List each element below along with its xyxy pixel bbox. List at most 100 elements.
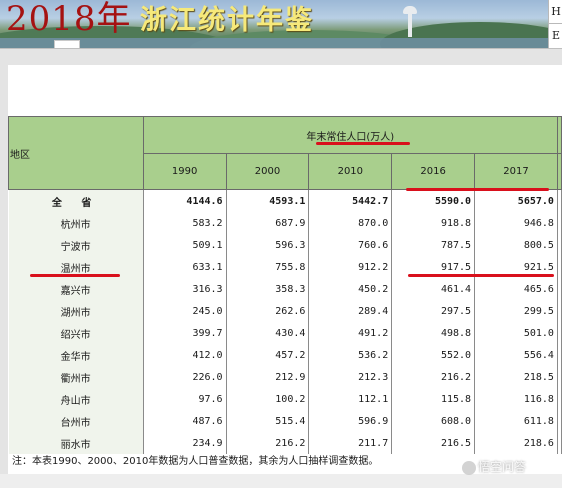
tower-icon [403, 2, 417, 37]
population-value: 245.0 [143, 300, 227, 322]
population-value: 97.6 [143, 388, 227, 410]
highlight-underline-years [406, 188, 549, 191]
frame-bar [0, 48, 562, 65]
table-row: 绍兴市 399.7 430.4 491.2 498.8 501.0 [8, 322, 562, 344]
edge-cell [557, 432, 562, 454]
table-row: 金华市 412.0 457.2 536.2 552.0 556.4 [8, 344, 562, 366]
population-value: 216.5 [391, 432, 476, 454]
population-value: 115.8 [391, 388, 476, 410]
region-name: 舟山市 [8, 388, 144, 410]
population-table-wrap: 地区 年末常住人口(万人) 1990 2000 2010 2016 2017 全… [8, 116, 562, 454]
edge-cell [556, 153, 562, 190]
frame-left [0, 64, 8, 488]
year-header: 1990 [142, 153, 227, 190]
population-table-body: 全 省 4144.6 4593.1 5442.7 5590.0 5657.0 杭州市 583.… [8, 189, 562, 454]
yearbook-title: 浙江统计年鉴 [140, 5, 314, 36]
population-value: 211.7 [308, 432, 393, 454]
table-row: 衢州市 226.0 212.9 212.3 216.2 218.5 [8, 366, 562, 388]
header-banner: 2018年 浙江统计年鉴 [0, 0, 548, 48]
table-row: 湖州市 245.0 262.6 289.4 297.5 299.5 [8, 300, 562, 322]
population-value: 596.9 [308, 410, 393, 432]
edge-cell [557, 366, 562, 388]
year-header: 2000 [225, 153, 310, 190]
edge-cell [557, 189, 562, 212]
population-value: 501.0 [474, 322, 558, 344]
population-value: 100.2 [226, 388, 310, 410]
population-value: 216.2 [391, 366, 476, 388]
region-name: 宁波市 [8, 234, 144, 256]
population-value: 226.0 [143, 366, 227, 388]
population-value: 461.4 [391, 278, 476, 300]
population-value: 289.4 [308, 300, 393, 322]
table-row: 舟山市 97.6 100.2 112.1 115.8 116.8 [8, 388, 562, 410]
population-value: 450.2 [308, 278, 393, 300]
population-value: 760.6 [308, 234, 393, 256]
side-nav-e-button[interactable]: E [549, 23, 562, 47]
edge-cell [557, 300, 562, 322]
table-row: 台州市 487.6 515.4 596.9 608.0 611.8 [8, 410, 562, 432]
highlight-underline-wenzhou-values [408, 274, 554, 277]
population-value: 5590.0 [391, 189, 476, 212]
table-row: 全 省 4144.6 4593.1 5442.7 5590.0 5657.0 [8, 189, 562, 212]
population-value: 457.2 [226, 344, 310, 366]
highlight-underline-wenzhou [30, 274, 120, 277]
population-value: 218.6 [474, 432, 558, 454]
population-value: 5657.0 [474, 189, 558, 212]
population-value: 755.8 [226, 256, 310, 278]
edge-cell [557, 388, 562, 410]
population-value: 633.1 [143, 256, 227, 278]
region-name: 丽水市 [8, 432, 144, 454]
population-value: 234.9 [143, 432, 227, 454]
population-value: 216.2 [226, 432, 310, 454]
population-group-header: 年末常住人口(万人) [142, 116, 558, 154]
population-value: 509.1 [143, 234, 227, 256]
watermark-text: 悟空问答 [478, 460, 527, 474]
population-value: 596.3 [226, 234, 310, 256]
population-value: 800.5 [474, 234, 558, 256]
region-name: 嘉兴市 [8, 278, 144, 300]
side-nav: H E [548, 0, 562, 48]
watermark: 悟空问答 [462, 458, 527, 475]
population-value: 491.2 [308, 322, 393, 344]
population-value: 412.0 [143, 344, 227, 366]
population-value: 687.9 [226, 212, 310, 234]
edge-cell [557, 278, 562, 300]
year-header: 2016 [391, 153, 476, 190]
population-value: 358.3 [226, 278, 310, 300]
edge-cell [557, 344, 562, 366]
edge-cell [557, 410, 562, 432]
population-value: 536.2 [308, 344, 393, 366]
table-row: 嘉兴市 316.3 358.3 450.2 461.4 465.6 [8, 278, 562, 300]
population-value: 212.9 [226, 366, 310, 388]
population-value: 552.0 [391, 344, 476, 366]
banner-lake [0, 38, 548, 48]
side-nav-h-button[interactable]: H [549, 0, 562, 23]
edge-cell [557, 212, 562, 234]
region-name: 金华市 [8, 344, 144, 366]
population-value: 430.4 [226, 322, 310, 344]
yearbook-year: 2018年 [6, 0, 132, 39]
population-value: 912.2 [308, 256, 393, 278]
population-value: 870.0 [308, 212, 393, 234]
region-name: 台州市 [8, 410, 144, 432]
population-value: 608.0 [391, 410, 476, 432]
bottom-strip [0, 474, 562, 488]
table-row: 丽水市 234.9 216.2 211.7 216.5 218.6 [8, 432, 562, 454]
region-name: 绍兴市 [8, 322, 144, 344]
banner-sign [54, 40, 80, 48]
population-value: 399.7 [143, 322, 227, 344]
population-value: 611.8 [474, 410, 558, 432]
region-name: 杭州市 [8, 212, 144, 234]
edge-cell [556, 116, 562, 154]
population-value: 212.3 [308, 366, 393, 388]
region-column-header: 地区 [8, 116, 144, 190]
population-value: 218.5 [474, 366, 558, 388]
edge-cell [557, 256, 562, 278]
population-value: 498.8 [391, 322, 476, 344]
population-value: 262.6 [226, 300, 310, 322]
edge-cell [557, 322, 562, 344]
population-value: 465.6 [474, 278, 558, 300]
population-value: 5442.7 [308, 189, 393, 212]
population-value: 487.6 [143, 410, 227, 432]
year-header: 2017 [474, 153, 558, 190]
